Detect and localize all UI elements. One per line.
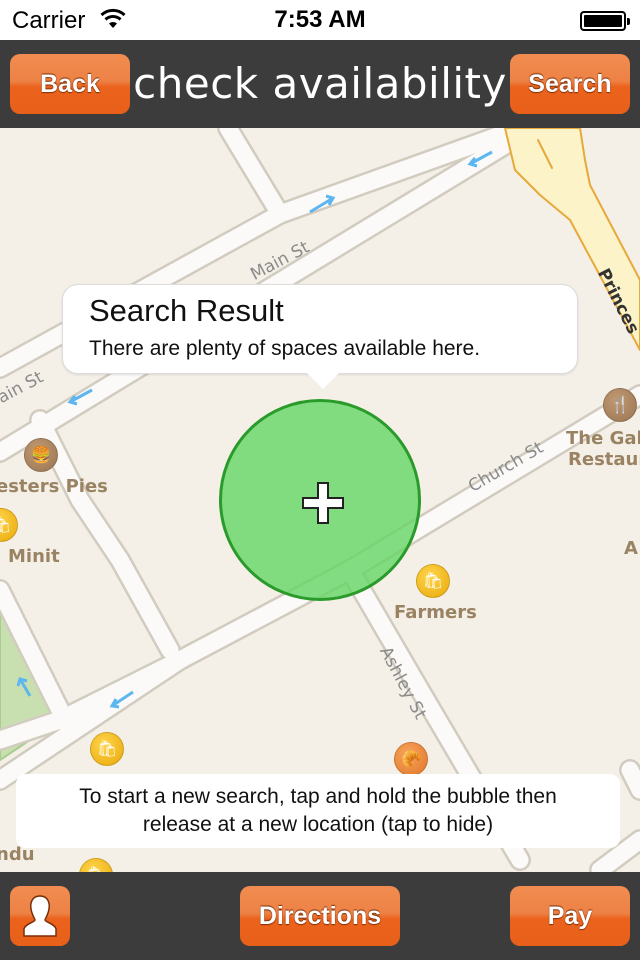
battery-icon — [580, 11, 630, 31]
page-title: check availability — [133, 59, 507, 108]
search-area-bubble[interactable] — [219, 399, 421, 601]
hint-line-1: To start a new search, tap and hold the … — [79, 785, 557, 808]
search-result-callout: Search Result There are plenty of spaces… — [62, 284, 578, 389]
croissant-icon: 🥐 — [401, 751, 421, 768]
burger-icon: 🍔 — [31, 447, 51, 464]
new-search-hint[interactable]: To start a new search, tap and hold the … — [16, 774, 620, 848]
place-label: The Gal — [566, 428, 640, 449]
shop-poi[interactable]: 🛍 — [416, 564, 450, 598]
status-bar: Carrier 7:53 AM — [0, 0, 640, 40]
shopping-bag-icon: 🛍 — [0, 517, 12, 534]
fork-knife-icon: 🍴 — [610, 397, 630, 414]
clock: 7:53 AM — [274, 6, 366, 33]
place-label: Farmers — [394, 602, 477, 623]
bakery-poi[interactable]: 🥐 — [394, 742, 428, 776]
profile-button[interactable] — [10, 886, 70, 946]
person-icon — [23, 895, 57, 937]
hint-line-2: release at a new location (tap to hide) — [142, 813, 494, 836]
shopping-bag-icon: 🛍 — [96, 741, 118, 758]
callout-body: There are plenty of spaces available her… — [89, 337, 481, 360]
callout-title: Search Result — [89, 293, 284, 328]
place-label: Restaur — [568, 449, 640, 470]
place-label: Minit — [8, 546, 60, 567]
navigation-bar: Back check availability Search — [0, 40, 640, 128]
back-button[interactable]: Back — [10, 54, 130, 114]
search-button[interactable]: Search — [510, 54, 630, 114]
shopping-bag-icon: 🛍 — [422, 573, 444, 590]
restaurant-poi[interactable]: 🍴 — [603, 388, 637, 422]
shopping-bag-icon: 🛍 — [86, 865, 106, 872]
place-label: A — [624, 538, 638, 559]
crosshair-plus-icon — [302, 482, 344, 524]
pay-button[interactable]: Pay — [510, 886, 630, 946]
place-label: esters Pies — [0, 476, 108, 497]
bottom-toolbar: Directions Pay — [0, 872, 640, 960]
directions-button[interactable]: Directions — [240, 886, 400, 946]
shop-poi[interactable]: 🛍 — [90, 732, 124, 766]
food-poi[interactable]: 🍔 — [24, 438, 58, 472]
